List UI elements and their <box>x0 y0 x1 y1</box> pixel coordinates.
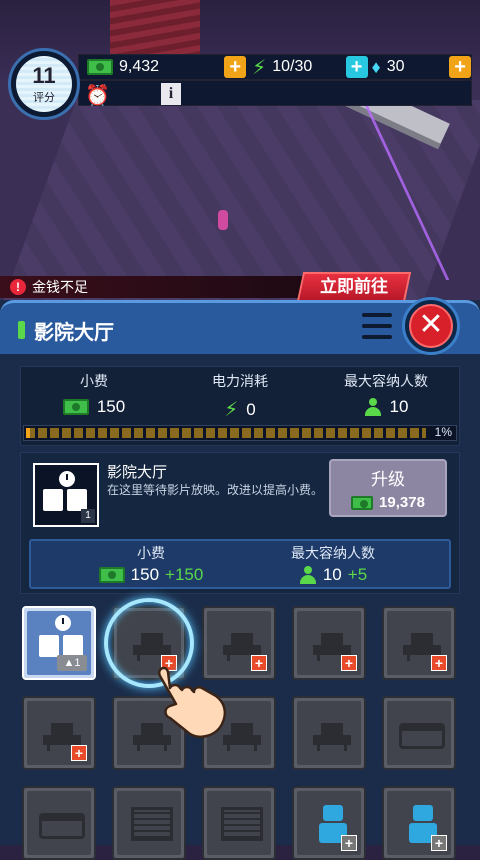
item-slot-tv[interactable] <box>202 786 276 860</box>
bonus-capacity: 最大容纳人数 10 +5 <box>253 543 413 585</box>
close-button[interactable]: ✕ <box>402 297 460 355</box>
money-value: 9,432 <box>119 58 160 75</box>
rating-label: 评分 <box>33 92 55 104</box>
add-item-icon: + <box>71 745 87 761</box>
sofa-icon <box>399 723 445 749</box>
diamond-counter: ♦ 30 <box>368 55 450 79</box>
clock-icon <box>55 615 71 631</box>
person-icon <box>364 398 382 416</box>
money-icon <box>87 59 113 75</box>
money-icon <box>98 567 125 583</box>
diamond-value: 30 <box>386 58 405 75</box>
stat-capacity: 最大容纳人数 10 <box>313 371 459 417</box>
close-icon: ✕ <box>409 304 453 348</box>
stats-box: 小费 150 电力消耗 ⚡ 0 最大容纳人数 10 1% <box>20 366 460 446</box>
stat-capacity-label: 最大容纳人数 <box>344 373 428 389</box>
insufficient-money-alert: ! 金钱不足 <box>0 276 310 298</box>
facility-level: 1 <box>81 509 95 523</box>
person-icon <box>299 566 317 584</box>
add-money-button[interactable]: + <box>224 56 247 78</box>
bonus-tips-plus: +150 <box>165 565 204 584</box>
upgrade-cost: 19,378 <box>379 494 425 511</box>
screen-icon <box>221 807 263 841</box>
bonus-capacity-value: 10 <box>322 565 342 584</box>
bonus-tips: 小费 150 +150 <box>71 543 231 585</box>
add-item-icon: + <box>431 655 447 671</box>
facility-icon: 1 <box>33 463 99 527</box>
scene-visitor[interactable] <box>218 210 228 230</box>
screen-icon <box>131 807 173 841</box>
alarm-clock-icon[interactable]: ⏰ <box>85 83 110 108</box>
item-slot-robot[interactable]: + <box>292 786 366 860</box>
item-slot-chair[interactable]: + <box>22 696 96 770</box>
item-slot-chair[interactable]: + <box>292 606 366 680</box>
tutorial-hand-pointer-icon <box>157 666 227 738</box>
stat-tips-value: 150 <box>96 397 126 416</box>
progress-percent: 1% <box>434 425 452 439</box>
item-slot-chair[interactable]: + <box>382 606 456 680</box>
game-scene[interactable] <box>0 0 480 300</box>
facility-panel: 影院大厅 ✕ 小费 150 电力消耗 ⚡ 0 最大容纳人数 10 1% 1 影院… <box>0 297 480 860</box>
header-marker <box>18 321 25 339</box>
bonus-capacity-plus: +5 <box>347 565 368 584</box>
item-slot-sofa[interactable] <box>382 696 456 770</box>
stat-capacity-value: 10 <box>389 397 409 416</box>
facility-description: 在这里等待影片放映。改进以提高小费。 <box>107 483 324 497</box>
stat-tips-label: 小费 <box>80 373 108 389</box>
money-icon <box>62 399 89 415</box>
add-energy-button[interactable]: + <box>345 56 368 78</box>
stat-power-value: 0 <box>246 399 256 419</box>
energy-bolt-icon: ⚡ <box>252 56 267 79</box>
upgrade-button[interactable]: 升级 19,378 <box>329 459 447 517</box>
money-counter: 9,432 <box>79 55 224 79</box>
facility-name: 影院大厅 <box>107 464 168 481</box>
scene-stairs <box>110 0 200 55</box>
energy-counter: ⚡ 10/30 <box>246 55 346 79</box>
alert-text: 金钱不足 <box>32 279 88 295</box>
clock-icon <box>59 471 75 487</box>
facility-info: 1 影院大厅 在这里等待影片放映。改进以提高小费。 升级 19,378 小费 1… <box>20 452 460 594</box>
slot-level-badge: ▲1 <box>57 655 87 671</box>
add-item-icon: + <box>431 835 447 851</box>
level-progress-bar: 1% <box>23 425 457 441</box>
upgrade-label: 升级 <box>371 470 405 489</box>
info-icon[interactable]: i <box>161 83 181 105</box>
menu-icon[interactable] <box>362 313 392 339</box>
item-slot-robot[interactable]: + <box>382 786 456 860</box>
warning-icon: ! <box>10 279 26 295</box>
rating-value: 11 <box>32 63 56 88</box>
alert-row: ! 金钱不足 立即前往 <box>0 272 480 302</box>
bonus-capacity-label: 最大容纳人数 <box>291 545 375 561</box>
item-slot-chair[interactable] <box>292 696 366 770</box>
chair-icon <box>313 723 351 751</box>
sofa-icon <box>39 813 85 839</box>
bonus-tips-value: 150 <box>130 565 160 584</box>
panel-header: 影院大厅 ✕ <box>0 297 480 355</box>
power-bolt-icon: ⚡ <box>224 399 239 421</box>
rating-badge[interactable]: 11 评分 <box>8 48 80 120</box>
money-icon <box>351 495 374 510</box>
stat-power: 电力消耗 ⚡ 0 <box>167 371 313 422</box>
tool-bar: ⏰ i <box>78 80 472 108</box>
stat-power-label: 电力消耗 <box>212 373 268 389</box>
progress-track <box>26 428 426 438</box>
energy-value: 10/30 <box>272 58 313 75</box>
add-item-icon: + <box>341 655 357 671</box>
top-hud: 9,432 + ⚡ 10/30 + ♦ 30 + ⏰ i 11 评分 <box>0 48 480 120</box>
add-item-icon: + <box>341 835 357 851</box>
progress-fill <box>26 428 30 438</box>
diamond-icon: ♦ <box>371 56 381 77</box>
resource-bar: 9,432 + ⚡ 10/30 + ♦ 30 + <box>78 54 472 80</box>
go-now-button[interactable]: 立即前往 <box>296 272 412 302</box>
add-diamonds-button[interactable]: + <box>449 56 472 78</box>
item-slot-tv[interactable] <box>112 786 186 860</box>
item-slot-sofa[interactable] <box>22 786 96 860</box>
item-slot-selected-seat[interactable]: ▲1 <box>22 606 96 680</box>
go-now-label: 立即前往 <box>320 277 388 296</box>
upgrade-bonus-box: 小费 150 +150 最大容纳人数 10 +5 <box>29 539 451 589</box>
panel-title: 影院大厅 <box>34 322 114 344</box>
add-item-icon: + <box>251 655 267 671</box>
bonus-tips-label: 小费 <box>137 545 165 561</box>
stat-tips: 小费 150 <box>21 371 167 417</box>
